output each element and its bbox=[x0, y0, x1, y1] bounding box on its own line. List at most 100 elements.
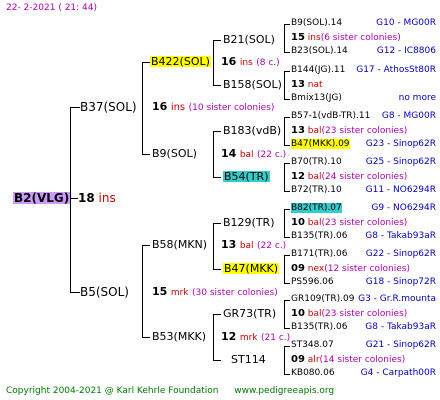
gen4-queen[interactable]: PS596.06 bbox=[291, 277, 334, 287]
gen1-queen[interactable]: B37(SOL) bbox=[80, 101, 137, 113]
connector bbox=[213, 314, 221, 315]
connector bbox=[213, 85, 221, 86]
gen4-queen[interactable]: GR109(TR).09 bbox=[291, 294, 355, 304]
connector bbox=[284, 71, 290, 72]
gen3-queen[interactable]: B183(vdB) bbox=[223, 125, 281, 136]
gen4-id: G18 - Sinop72R bbox=[365, 277, 436, 287]
gen1-note: ins bbox=[170, 102, 186, 113]
gen4-num: 09 bbox=[291, 354, 305, 365]
gen1-sisters: (10 sister colonies) bbox=[188, 103, 275, 113]
connector bbox=[284, 71, 285, 99]
root-num: 18 bbox=[78, 191, 95, 205]
connector bbox=[213, 40, 214, 86]
connector bbox=[142, 337, 150, 338]
connector bbox=[213, 269, 221, 270]
connector bbox=[284, 255, 285, 283]
gen4-num: 12 bbox=[291, 171, 305, 182]
gen4-queen[interactable]: B135(TR).06 bbox=[291, 322, 347, 332]
gen4-row: B23(SOL).14 G12 - IC8806 bbox=[291, 47, 439, 56]
gen4-queen[interactable]: B47(MKK).09 bbox=[291, 139, 350, 149]
gen3-queen[interactable]: B158(SOL) bbox=[223, 79, 282, 90]
connector bbox=[284, 99, 290, 100]
gen4-queen[interactable]: KB080.06 bbox=[291, 368, 335, 378]
gen2-info: 16 ins (8 c.) bbox=[221, 56, 280, 68]
gen4-row: B144(JG).11 G17 - AthosSt80R bbox=[291, 66, 439, 75]
gen4-note: alr bbox=[307, 355, 320, 365]
gen4-id: G8 - Takab93aR bbox=[365, 322, 436, 332]
root-info: 18 ins bbox=[78, 192, 116, 204]
connector bbox=[142, 62, 150, 63]
gen4-id: no more bbox=[398, 93, 436, 103]
connector bbox=[213, 131, 214, 177]
root-note: ins bbox=[98, 191, 116, 205]
gen4-num: 15 bbox=[291, 32, 305, 43]
gen4-row: PS596.06 G18 - Sinop72R bbox=[291, 278, 439, 287]
gen4-queen[interactable]: B70(TR).10 bbox=[291, 157, 342, 167]
gen4-note: nat bbox=[307, 80, 323, 90]
connector bbox=[284, 209, 285, 237]
root-queen[interactable]: B2(VLG) bbox=[13, 192, 71, 204]
connector bbox=[142, 62, 143, 154]
gen1-info: 16 ins (10 sister colonies) bbox=[152, 101, 274, 113]
site-link[interactable]: www.pedigreeapis.org bbox=[234, 386, 334, 396]
gen4-num: 13 bbox=[291, 79, 305, 90]
pedigree-frame: 22- 2-2021 ( 21: 44) B2(VLG) 18 ins B37(… bbox=[0, 0, 440, 400]
gen3-queen[interactable]: GR73(TR) bbox=[223, 308, 276, 319]
connector bbox=[70, 198, 78, 199]
connector bbox=[284, 52, 290, 53]
connector bbox=[284, 283, 290, 284]
gen3-queen[interactable]: B47(MKK) bbox=[223, 263, 280, 274]
gen2-note: ins bbox=[239, 58, 253, 68]
gen4-note: bal bbox=[307, 309, 322, 319]
gen4-row: 10 bal(23 sister colonies) bbox=[291, 218, 407, 228]
connector bbox=[284, 237, 290, 238]
gen4-id: G9 - NO6294R bbox=[371, 203, 436, 213]
gen2-sisters: (22 c.) bbox=[257, 150, 287, 160]
connector bbox=[284, 145, 290, 146]
gen4-row: ST348.07 G21 - Sinop62R bbox=[291, 341, 439, 350]
gen2-note: mrk bbox=[239, 333, 258, 343]
connector bbox=[142, 245, 150, 246]
gen4-sisters: (24 sister colonies) bbox=[321, 172, 408, 182]
connector bbox=[213, 223, 221, 224]
connector bbox=[213, 223, 214, 269]
gen2-queen[interactable]: B53(MKK) bbox=[152, 331, 206, 342]
gen4-queen[interactable]: B135(TR).06 bbox=[291, 231, 347, 241]
gen1-queen[interactable]: B5(SOL) bbox=[80, 286, 129, 298]
gen3-queen[interactable]: B129(TR) bbox=[223, 217, 275, 228]
gen2-info: 13 bal (22 c.) bbox=[221, 239, 286, 251]
gen4-queen[interactable]: B9(SOL).14 bbox=[291, 18, 342, 28]
gen2-sisters: (22 c.) bbox=[257, 241, 287, 251]
gen3-queen[interactable]: B21(SOL) bbox=[223, 34, 275, 45]
gen4-queen[interactable]: B57-1(vdB-TR).11 bbox=[291, 111, 370, 121]
gen3-queen[interactable]: B54(TR) bbox=[223, 171, 270, 182]
gen4-queen[interactable]: B82(TR).07 bbox=[291, 203, 342, 213]
connector bbox=[284, 117, 290, 118]
gen4-row: 09 alr(14 sister colonies) bbox=[291, 355, 405, 365]
gen4-queen[interactable]: B72(TR).10 bbox=[291, 185, 342, 195]
gen4-queen[interactable]: ST348.07 bbox=[291, 340, 334, 350]
gen4-row: B9(SOL).14 G10 - MG00R bbox=[291, 19, 439, 28]
gen3-queen[interactable]: ST114 bbox=[231, 354, 266, 365]
gen4-queen[interactable]: B144(JG).11 bbox=[291, 65, 345, 75]
gen4-sisters: (23 sister colonies) bbox=[321, 126, 408, 136]
gen2-queen[interactable]: B422(SOL) bbox=[150, 56, 211, 67]
gen4-row: B135(TR).06 G8 - Takab93aR bbox=[291, 232, 439, 241]
gen4-row: 12 bal(24 sister colonies) bbox=[291, 172, 407, 182]
gen4-row: B47(MKK).09 G23 - Sinop62R bbox=[291, 139, 439, 149]
gen2-queen[interactable]: B58(MKN) bbox=[152, 239, 207, 250]
gen4-row: B70(TR).10 G25 - Sinop62R bbox=[291, 158, 439, 167]
gen4-id: G17 - AthosSt80R bbox=[356, 65, 436, 75]
gen2-num: 12 bbox=[221, 330, 237, 343]
gen4-row: B82(TR).07 G9 - NO6294R bbox=[291, 203, 439, 213]
gen2-queen[interactable]: B9(SOL) bbox=[152, 148, 197, 159]
connector bbox=[213, 131, 221, 132]
gen4-num: 10 bbox=[291, 217, 305, 228]
connector bbox=[213, 360, 221, 361]
gen4-queen[interactable]: B171(TR).06 bbox=[291, 249, 347, 259]
gen4-queen[interactable]: Bmix13(JG) bbox=[291, 93, 342, 103]
connector bbox=[70, 292, 80, 293]
gen4-row: 13 nat bbox=[291, 80, 323, 90]
footer: Copyright 2004-2021 @ Karl Kehrle Founda… bbox=[6, 387, 334, 396]
gen4-queen[interactable]: B23(SOL).14 bbox=[291, 46, 348, 56]
